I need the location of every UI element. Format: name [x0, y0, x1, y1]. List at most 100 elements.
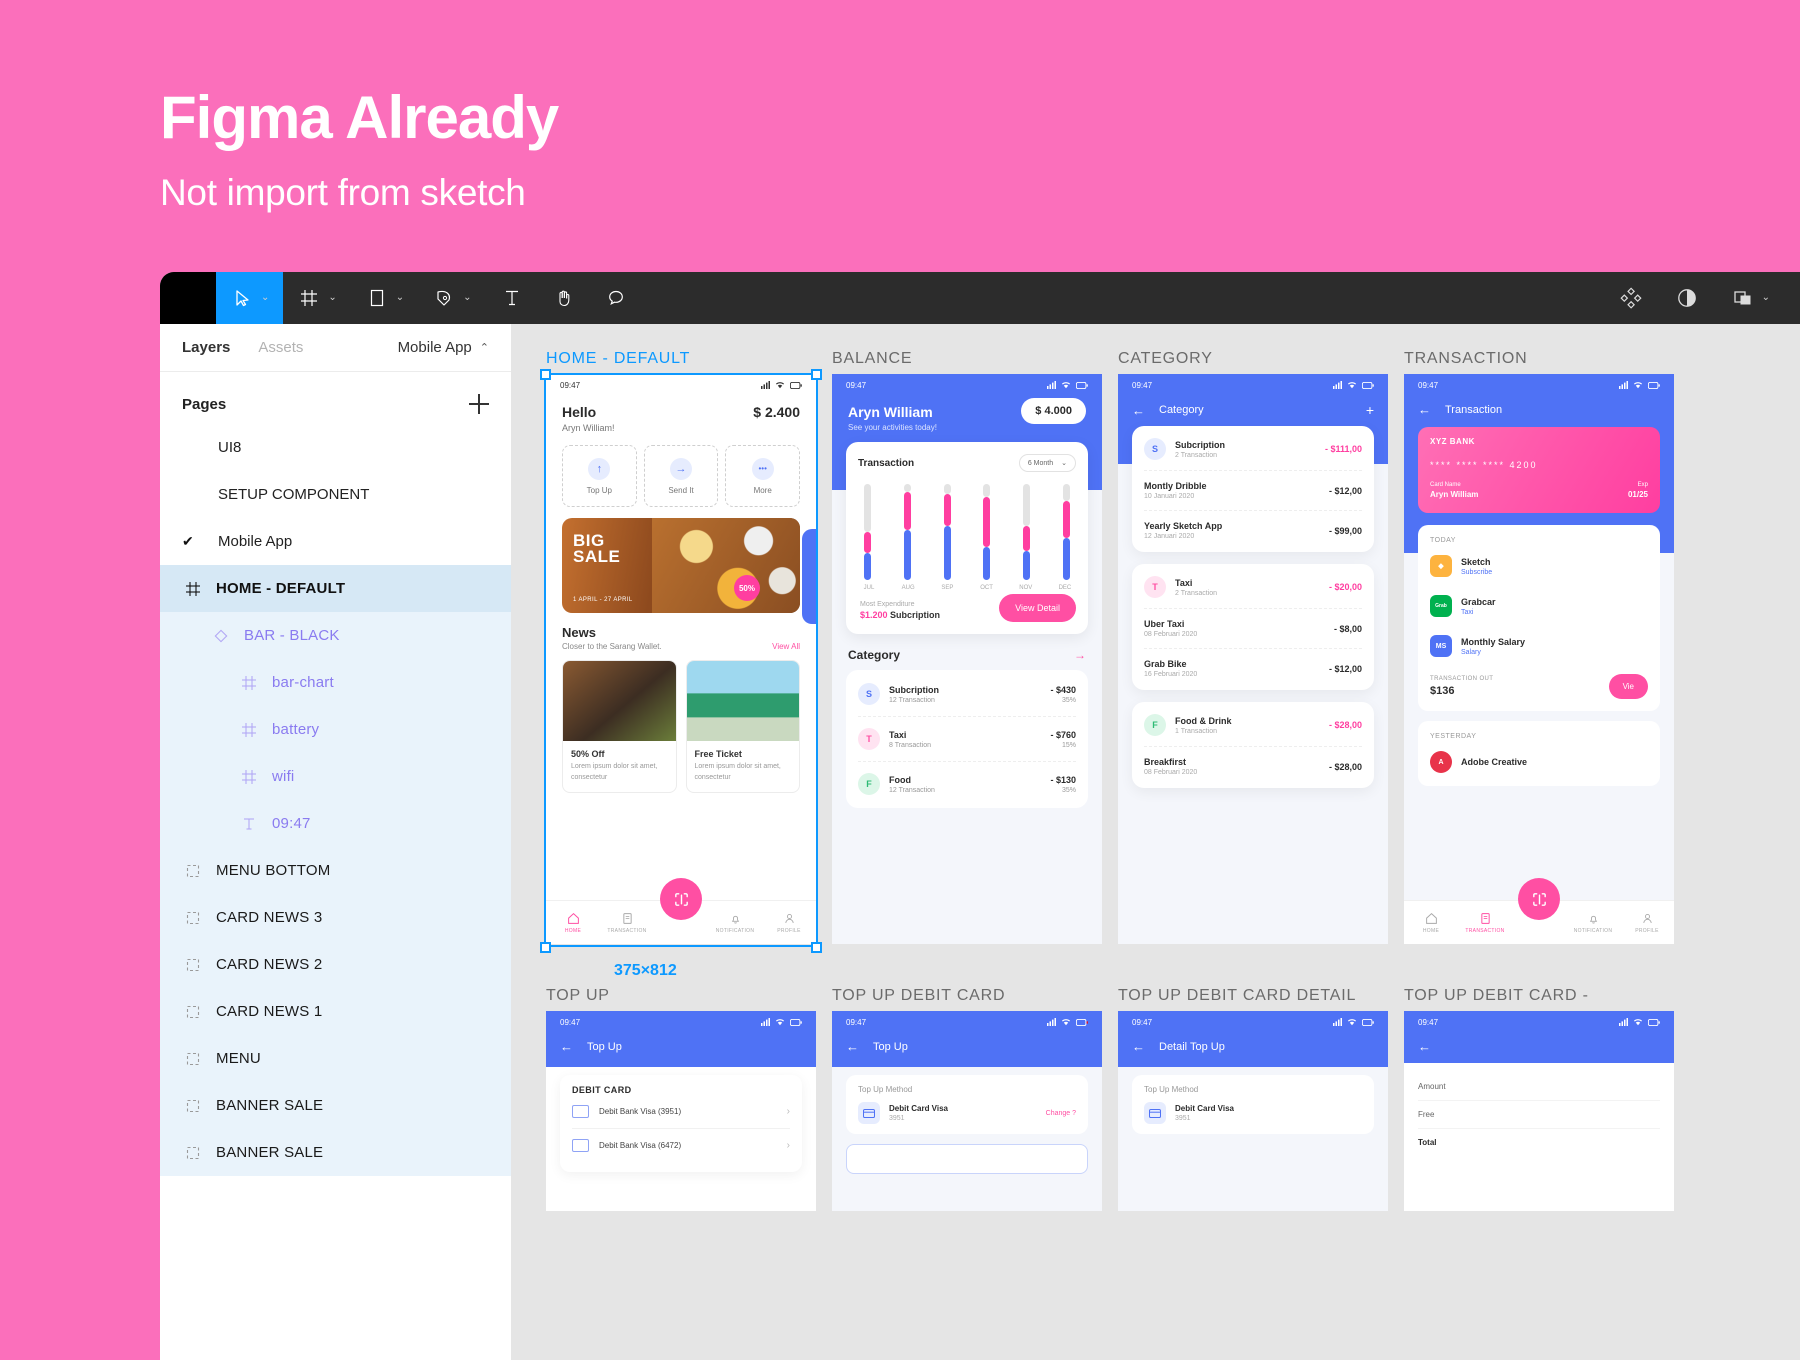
back-button[interactable]: ← [846, 1039, 859, 1054]
tab-home[interactable]: HOME [1404, 912, 1458, 934]
page-item-mobile-app[interactable]: ✔ Mobile App [160, 518, 511, 565]
frame-home-default[interactable]: HOME - DEFAULT 09:47 Hello Aryn William!… [540, 350, 822, 979]
category-group-row[interactable]: Breakfirst 08 Februari 2020 - $28,00 [1144, 747, 1362, 786]
frame-label[interactable]: HOME - DEFAULT [546, 350, 816, 368]
layer-row-banner-sale-2[interactable]: BANNER SALE [160, 1129, 511, 1176]
phone-top-up[interactable]: 09:47 ← Top Up DEBIT CARD Debit Bank Vis… [546, 1011, 816, 1211]
category-row[interactable]: F Food 12 Transaction - $130 35% [858, 762, 1076, 806]
shape-tool-button[interactable]: ⌄ [351, 272, 418, 324]
frame-top-up[interactable]: TOP UP 09:47 ← Top Up DEBIT CARD Debit B… [546, 987, 816, 1211]
tab-notification[interactable]: NOTIFICATION [1566, 912, 1620, 934]
change-link[interactable]: Change ? [1046, 1110, 1076, 1117]
document-selector[interactable]: Mobile App ⌃ [398, 339, 489, 356]
move-tool-button[interactable]: ⌄ [216, 272, 284, 324]
phone-category[interactable]: 09:47 ← Category + S Subcription 2 Trans… [1118, 374, 1388, 944]
category-group-row[interactable]: T Taxi 2 Transaction - $20,00 [1144, 566, 1362, 609]
page-item-setup-component[interactable]: SETUP COMPONENT [160, 471, 511, 518]
view-button[interactable]: Vie [1608, 674, 1648, 699]
add-page-button[interactable] [469, 394, 489, 414]
layer-row-card-news-3[interactable]: CARD NEWS 3 [160, 894, 511, 941]
layer-row-card-news-1[interactable]: CARD NEWS 1 [160, 988, 511, 1035]
selection-handle-tr[interactable] [811, 369, 822, 380]
quick-action-sendit[interactable]: → Send It [643, 445, 719, 507]
frame-label[interactable]: BALANCE [832, 350, 1102, 368]
quick-action-topup[interactable]: ↑ Top Up [562, 445, 637, 507]
transaction-row[interactable]: MS Monthly Salary Salary [1430, 626, 1648, 666]
text-tool-button[interactable] [486, 272, 538, 324]
mask-button[interactable] [1661, 286, 1713, 310]
main-menu-button[interactable] [160, 272, 216, 324]
tab-layers[interactable]: Layers [182, 339, 230, 356]
layer-row-wifi[interactable]: wifi [160, 753, 511, 800]
category-row[interactable]: T Taxi 8 Transaction - $760 15% [858, 717, 1076, 762]
method-row[interactable]: Debit Card Visa 3951 Change ? [858, 1102, 1076, 1124]
period-selector[interactable]: 6 Month ⌄ [1018, 454, 1076, 472]
layer-row-bar-black[interactable]: BAR - BLACK [160, 612, 511, 659]
category-group-row[interactable]: Uber Taxi 08 Februari 2020 - $8,00 [1144, 609, 1362, 649]
frame-top-up-debit-card-last[interactable]: TOP UP DEBIT CARD - 09:47 ← Amount Free … [1404, 987, 1674, 1211]
chevron-down-icon[interactable]: ⌄ [396, 293, 404, 303]
layer-row-time-text[interactable]: 09:47 [160, 800, 511, 847]
debit-card[interactable]: XYZ BANK **** **** **** 4200 Card Name A… [1418, 427, 1660, 513]
back-button[interactable]: ← [560, 1039, 573, 1054]
chevron-down-icon[interactable]: ⌄ [1762, 293, 1770, 303]
news-card[interactable]: 50% Off Lorem ipsum dolor sit amet, cons… [562, 660, 677, 793]
add-button[interactable]: + [1366, 402, 1374, 418]
amount-input[interactable] [846, 1144, 1088, 1174]
phone-home-default[interactable]: 09:47 Hello Aryn William! $ 2.400 ↑ Top … [546, 374, 816, 944]
frame-top-up-debit-card-detail[interactable]: TOP UP DEBIT CARD DETAIL 09:47 ← Detail … [1118, 987, 1388, 1211]
scan-fab-button[interactable] [660, 878, 702, 920]
news-card[interactable]: Free Ticket Lorem ipsum dolor sit amet, … [685, 660, 800, 793]
canvas[interactable]: HOME - DEFAULT 09:47 Hello Aryn William!… [512, 324, 1800, 1360]
chevron-down-icon[interactable]: ⌄ [463, 293, 471, 303]
comment-tool-button[interactable] [590, 272, 642, 324]
frame-label[interactable]: TRANSACTION [1404, 350, 1674, 368]
category-row[interactable]: S Subcription 12 Transaction - $430 35% [858, 672, 1076, 717]
frame-transaction[interactable]: TRANSACTION 09:47 ← Transaction XYZ BANK… [1404, 350, 1674, 944]
tab-assets[interactable]: Assets [258, 339, 303, 356]
layer-row-menu[interactable]: MENU [160, 1035, 511, 1082]
scan-fab-button[interactable] [1518, 878, 1560, 920]
frame-top-up-debit-card[interactable]: TOP UP DEBIT CARD 09:47 ← Top Up Top Up … [832, 987, 1102, 1211]
phone-balance[interactable]: 09:47 Aryn William $ 4.000 See your acti [832, 374, 1102, 944]
frame-label[interactable]: TOP UP [546, 987, 816, 1005]
layer-row-battery[interactable]: battery [160, 706, 511, 753]
frame-label[interactable]: TOP UP DEBIT CARD - [1404, 987, 1674, 1005]
tab-home[interactable]: HOME [546, 912, 600, 934]
chevron-right-icon[interactable]: › [787, 1140, 790, 1151]
phone-top-up-last[interactable]: 09:47 ← Amount Free Total [1404, 1011, 1674, 1211]
transaction-row[interactable]: A Adobe Creative [1430, 742, 1648, 782]
chevron-down-icon[interactable]: ⌄ [261, 293, 269, 303]
page-item-ui8[interactable]: UI8 [160, 424, 511, 471]
category-group-row[interactable]: Montly Dribble 10 Januari 2020 - $12,00 [1144, 471, 1362, 511]
view-detail-button[interactable]: View Detail [999, 594, 1076, 622]
quick-action-more[interactable]: ••• More [725, 445, 801, 507]
selection-handle-bl[interactable] [540, 942, 551, 953]
back-button[interactable]: ← [1418, 402, 1431, 417]
phone-top-up-detail[interactable]: 09:47 ← Detail Top Up Top Up Method Debi… [1118, 1011, 1388, 1211]
back-button[interactable]: ← [1132, 403, 1145, 418]
method-row[interactable]: Debit Card Visa 3951 [1144, 1102, 1362, 1124]
chevron-down-icon[interactable]: ⌄ [328, 293, 336, 303]
back-button[interactable]: ← [1132, 1039, 1145, 1054]
share-button[interactable]: ⌄ [1717, 286, 1784, 310]
layer-row-banner-sale-1[interactable]: BANNER SALE [160, 1082, 511, 1129]
view-all-link[interactable]: View All [772, 642, 800, 651]
frame-category[interactable]: CATEGORY 09:47 ← Category + S Subcriptio… [1118, 350, 1388, 944]
pen-tool-button[interactable]: ⌄ [418, 272, 485, 324]
tab-transaction[interactable]: TRANSACTION [600, 912, 654, 934]
category-group-row[interactable]: Yearly Sketch App 12 Januari 2020 - $99,… [1144, 511, 1362, 550]
frame-label[interactable]: TOP UP DEBIT CARD DETAIL [1118, 987, 1388, 1005]
layer-row-card-news-2[interactable]: CARD NEWS 2 [160, 941, 511, 988]
debit-card-row[interactable]: Debit Bank Visa (3951) › [572, 1095, 790, 1129]
frame-balance[interactable]: BALANCE 09:47 Aryn William $ 4.000 See y… [832, 350, 1102, 944]
phone-transaction[interactable]: 09:47 ← Transaction XYZ BANK **** **** *… [1404, 374, 1674, 944]
selection-handle-br[interactable] [811, 942, 822, 953]
transaction-row[interactable]: ◆ Sketch Subscribe [1430, 546, 1648, 586]
frame-label[interactable]: CATEGORY [1118, 350, 1388, 368]
frame-label[interactable]: TOP UP DEBIT CARD [832, 987, 1102, 1005]
chevron-right-icon[interactable]: › [787, 1106, 790, 1117]
layer-row-home-default[interactable]: HOME - DEFAULT [160, 565, 511, 612]
components-button[interactable] [1605, 286, 1657, 310]
tab-profile[interactable]: PROFILE [1620, 912, 1674, 934]
